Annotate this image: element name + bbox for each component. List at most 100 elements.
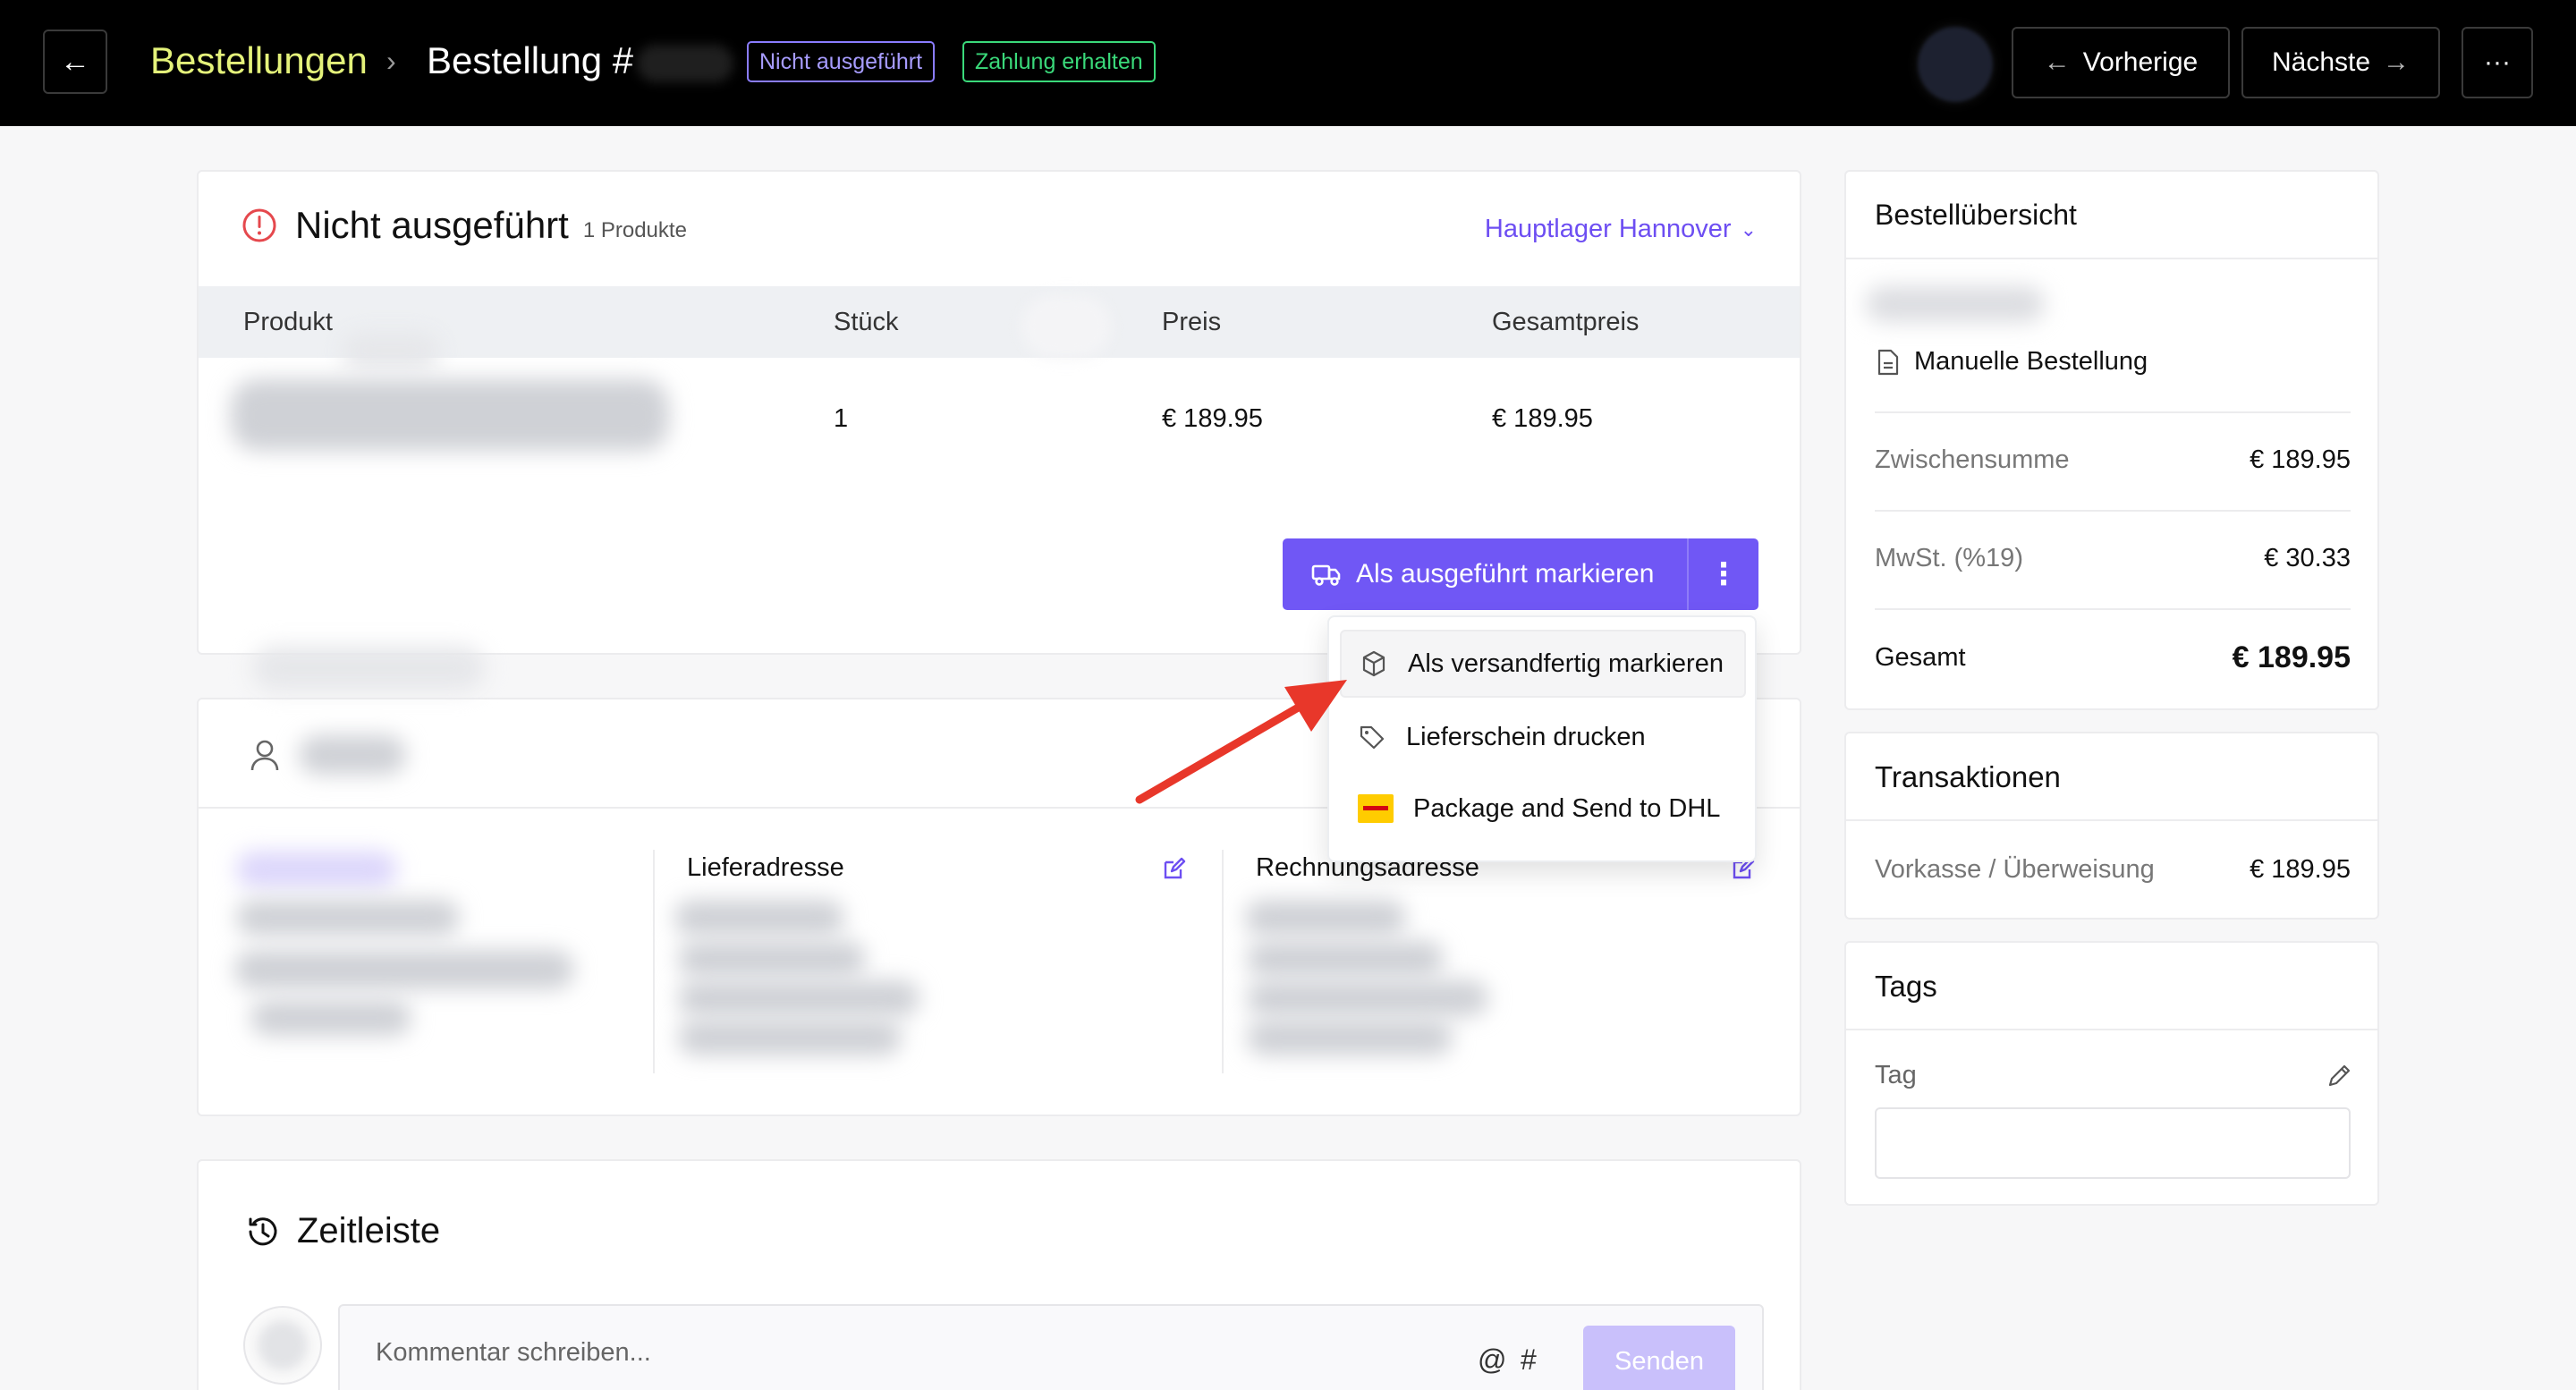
tag-field-label: Tag [1875, 1061, 1917, 1089]
divider [1846, 1029, 2377, 1030]
column-divider [1222, 850, 1224, 1073]
tags-card: Tags Tag [1844, 941, 2379, 1206]
arrow-left-icon: ← [2043, 47, 2071, 77]
redacted-customer-detail [236, 900, 460, 936]
row-total: € 189.95 [1492, 404, 1593, 433]
redacted-customer-title [299, 735, 406, 775]
redacted-address-line [1247, 941, 1444, 977]
top-bar: ← Bestellungen › Bestellung # Nicht ausg… [0, 0, 2576, 126]
alert-circle-icon [242, 208, 276, 242]
mark-fulfilled-button[interactable]: Als ausgeführt markieren [1283, 538, 1687, 610]
mention-icon[interactable]: @ [1478, 1343, 1506, 1377]
divider [1846, 258, 2377, 259]
row-price: € 189.95 [1162, 404, 1263, 433]
divider [1875, 510, 2351, 512]
redacted-customer-link [236, 852, 397, 887]
redacted-area [252, 646, 485, 691]
document-icon [1877, 349, 1899, 375]
column-header-quantity: Stück [834, 308, 899, 336]
redacted-address-line [678, 1020, 902, 1055]
arrow-left-icon: ← [60, 44, 90, 79]
warehouse-select[interactable]: Hauptlager Hannover ⌄ [1485, 215, 1757, 244]
tax-value: € 30.33 [2264, 544, 2351, 572]
order-overview-card: Bestellübersicht Manuelle Bestellung Zwi… [1844, 170, 2379, 710]
history-icon [249, 1216, 277, 1245]
arrow-right-icon: → [2383, 47, 2411, 77]
previous-order-button[interactable]: ← Vorherige [2012, 27, 2230, 98]
products-count: 1 Produkte [582, 218, 687, 242]
next-order-button[interactable]: Nächste → [2241, 27, 2440, 98]
transaction-amount: € 189.95 [2250, 855, 2351, 884]
fulfillment-options-toggle[interactable]: ⋮ [1689, 538, 1758, 610]
tags-title: Tags [1875, 970, 1937, 1003]
subtotal-row: Zwischensumme € 189.95 [1875, 445, 2351, 475]
timeline-card: Zeitleiste Kommentar schreiben... @ # Se… [197, 1159, 1801, 1390]
breadcrumb-order-title: Bestellung # [427, 39, 634, 81]
comment-placeholder: Kommentar schreiben... [376, 1338, 651, 1367]
tax-row: MwSt. (%19) € 30.33 [1875, 544, 2351, 573]
user-icon [250, 740, 279, 771]
row-quantity: 1 [834, 404, 849, 433]
timeline-header: Zeitleiste [245, 1211, 440, 1251]
shipping-address-title: Lieferadresse [687, 853, 844, 882]
menu-item-label: Package and Send to DHL [1413, 793, 1721, 823]
column-header-total: Gesamtpreis [1492, 308, 1640, 336]
transaction-row: Vorkasse / Überweisung € 189.95 [1875, 855, 2351, 885]
fulfillment-options-menu: Als versandfertig markieren Lieferschein… [1327, 615, 1757, 862]
more-options-button[interactable]: ··· [2462, 27, 2533, 98]
manual-order-indicator: Manuelle Bestellung [1877, 347, 2148, 377]
redacted-customer-detail [250, 1000, 411, 1036]
box-icon [1362, 650, 1385, 677]
redacted-address-line [1247, 980, 1488, 1016]
tag-input[interactable] [1875, 1107, 2351, 1179]
next-label: Nächste [2271, 47, 2371, 77]
dhl-logo-icon [1358, 794, 1394, 823]
manual-order-label: Manuelle Bestellung [1914, 347, 2148, 376]
subtotal-label: Zwischensumme [1875, 445, 2070, 474]
status-badge-paid: Zahlung erhalten [962, 41, 1156, 82]
divider [1846, 819, 2377, 821]
breadcrumb-separator: › [386, 45, 396, 77]
avatar [243, 1306, 322, 1385]
transaction-method: Vorkasse / Überweisung [1875, 855, 2155, 884]
vertical-dots-icon: ⋮ [1708, 557, 1739, 591]
redacted-product-image [342, 333, 440, 369]
hashtag-icon[interactable]: # [1521, 1343, 1537, 1377]
more-icon: ··· [2484, 47, 2511, 77]
redacted-order-number [637, 45, 733, 82]
menu-item-label: Lieferschein drucken [1406, 722, 1646, 751]
timeline-title: Zeitleiste [297, 1211, 441, 1250]
tax-label: MwSt. (%19) [1875, 544, 2023, 572]
overview-title: Bestellübersicht [1875, 199, 2077, 231]
chevron-down-icon: ⌄ [1740, 217, 1757, 241]
redacted-product-name [231, 379, 669, 451]
total-label: Gesamt [1875, 643, 1966, 672]
redacted-address-line [678, 941, 866, 977]
divider [1875, 411, 2351, 413]
edit-icon[interactable] [1163, 857, 1186, 880]
total-value: € 189.95 [2232, 640, 2351, 674]
avatar[interactable] [1918, 27, 1993, 102]
menu-item-send-dhl[interactable]: Package and Send to DHL [1340, 775, 1746, 843]
transactions-card: Transaktionen Vorkasse / Überweisung € 1… [1844, 732, 2379, 920]
send-button[interactable]: Senden [1583, 1326, 1735, 1390]
pencil-icon[interactable] [2326, 1063, 2352, 1089]
menu-item-mark-ready-to-ship[interactable]: Als versandfertig markieren [1340, 630, 1746, 698]
total-row: Gesamt € 189.95 [1875, 640, 2351, 675]
back-button[interactable]: ← [43, 30, 107, 94]
products-header: Nicht ausgeführt 1 Produkte [242, 204, 687, 247]
customer-header [249, 735, 406, 775]
menu-item-label: Als versandfertig markieren [1408, 648, 1724, 678]
comment-input[interactable]: Kommentar schreiben... @ # Senden [338, 1304, 1764, 1390]
column-header-product: Produkt [243, 308, 333, 336]
unfulfilled-products-card: Nicht ausgeführt 1 Produkte Hauptlager H… [197, 170, 1801, 655]
divider [1875, 608, 2351, 610]
redacted-area [1021, 295, 1111, 358]
products-title: Nicht ausgeführt [295, 204, 569, 246]
mark-fulfilled-label: Als ausgeführt markieren [1356, 559, 1655, 589]
menu-item-print-delivery-note[interactable]: Lieferschein drucken [1340, 703, 1746, 771]
mark-fulfilled-split-button: Als ausgeführt markieren ⋮ [1283, 538, 1758, 610]
tag-icon [1360, 725, 1385, 750]
annotation-arrow-icon [1135, 680, 1347, 804]
breadcrumb-orders[interactable]: Bestellungen [150, 39, 368, 82]
